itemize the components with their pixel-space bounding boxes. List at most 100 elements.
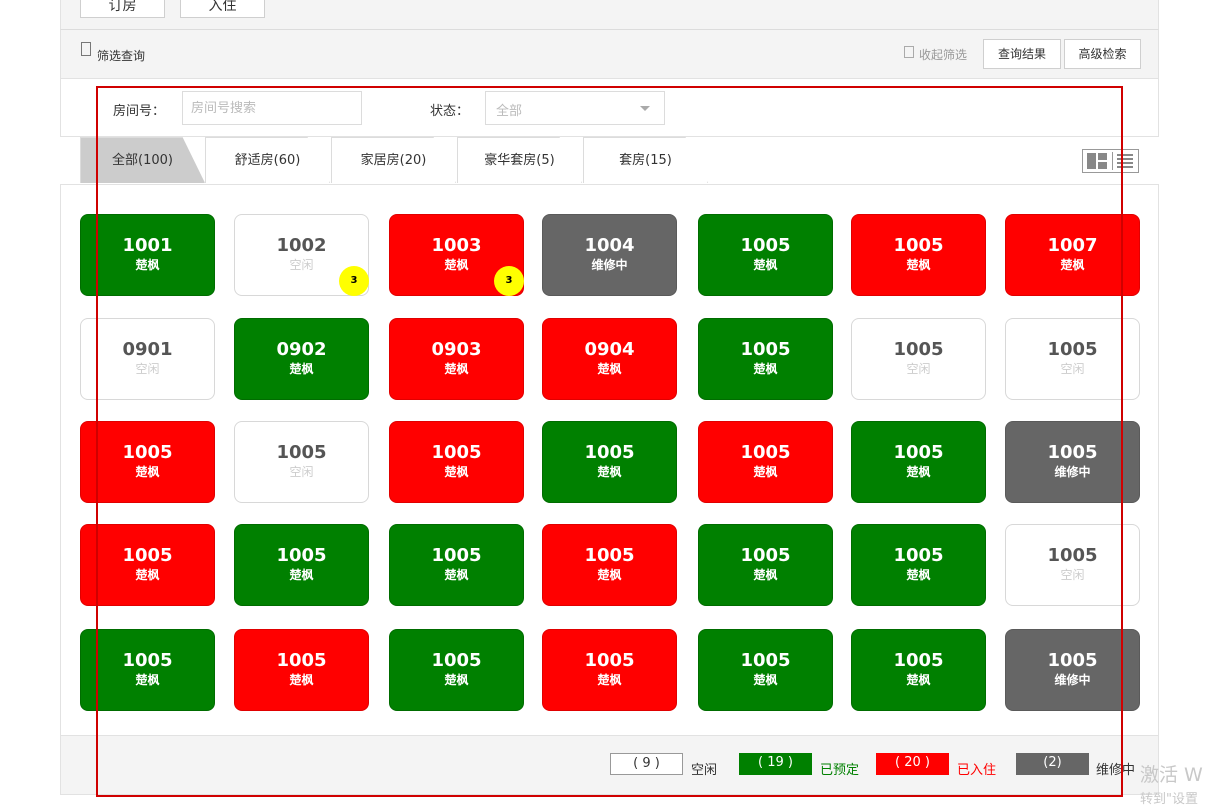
room-card[interactable]: 1003 楚枫 3 — [389, 214, 524, 296]
room-number: 1005 — [584, 545, 635, 566]
grid-view-icon[interactable] — [1085, 152, 1109, 170]
checkin-button[interactable]: 入住 — [180, 0, 265, 18]
room-guest: 维修中 — [591, 258, 628, 272]
room-card[interactable]: 1005 楚枫 — [698, 629, 833, 711]
room-card[interactable]: 1005 楚枫 — [80, 421, 215, 503]
book-room-button[interactable]: 订房 — [80, 0, 165, 18]
room-guest: 空闲 — [906, 362, 931, 376]
query-results-button[interactable]: 查询结果 — [983, 39, 1061, 69]
room-guest: 楚枫 — [289, 673, 314, 687]
room-notification-badge[interactable]: 3 — [339, 266, 369, 296]
filter-header: 筛选查询 收起筛选 查询结果 高级检索 — [60, 30, 1159, 79]
room-guest: 空闲 — [1060, 362, 1085, 376]
tab-comfort[interactable]: 舒适房(60) — [205, 137, 330, 183]
room-card[interactable]: 1005 楚枫 — [80, 629, 215, 711]
room-card[interactable]: 1005 楚枫 — [698, 318, 833, 400]
collapse-icon[interactable] — [904, 46, 914, 58]
room-grid: 1001 楚枫 1002 空闲 3 1003 楚枫 3 1004 维修中 1005 楚枫 1005 楚枫 1… — [60, 185, 1159, 735]
room-number: 1005 — [276, 650, 327, 671]
room-guest: 楚枫 — [135, 673, 160, 687]
room-card[interactable]: 1002 空闲 3 — [234, 214, 369, 296]
room-number: 1005 — [1047, 545, 1098, 566]
room-guest: 楚枫 — [753, 362, 778, 376]
status-select-value: 全部 — [496, 104, 523, 119]
room-card[interactable]: 1005 楚枫 — [234, 524, 369, 606]
room-number: 0902 — [276, 339, 327, 360]
list-view-icon[interactable] — [1112, 152, 1136, 170]
room-guest: 楚枫 — [597, 465, 622, 479]
room-number: 1005 — [276, 545, 327, 566]
room-card[interactable]: 1005 维修中 — [1005, 629, 1140, 711]
room-card[interactable]: 1005 楚枫 — [80, 524, 215, 606]
room-number: 1005 — [740, 235, 791, 256]
chevron-down-icon — [640, 106, 650, 111]
room-number: 1005 — [1047, 442, 1098, 463]
room-card[interactable]: 1005 楚枫 — [851, 629, 986, 711]
room-card[interactable]: 1005 楚枫 — [698, 524, 833, 606]
room-card[interactable]: 1005 楚枫 — [851, 214, 986, 296]
room-card[interactable]: 0904 楚枫 — [542, 318, 677, 400]
legend-reserved-count: ( 19 ) — [739, 753, 812, 775]
room-number: 1005 — [431, 650, 482, 671]
room-card[interactable]: 1005 维修中 — [1005, 421, 1140, 503]
room-card[interactable]: 1005 空闲 — [851, 318, 986, 400]
room-number: 1005 — [893, 235, 944, 256]
room-card[interactable]: 1001 楚枫 — [80, 214, 215, 296]
room-guest: 楚枫 — [444, 568, 469, 582]
room-number: 1005 — [122, 545, 173, 566]
room-number: 1005 — [584, 650, 635, 671]
room-card[interactable]: 1005 楚枫 — [542, 629, 677, 711]
tab-family[interactable]: 家居房(20) — [331, 137, 456, 183]
room-notification-badge[interactable]: 3 — [494, 266, 524, 296]
room-number: 1005 — [431, 442, 482, 463]
room-card[interactable]: 1005 楚枫 — [389, 524, 524, 606]
room-number: 1005 — [122, 442, 173, 463]
status-select[interactable]: 全部 — [485, 91, 665, 125]
room-number: 0903 — [431, 339, 482, 360]
room-card[interactable]: 1005 空闲 — [1005, 318, 1140, 400]
action-bar: 订房 入住 — [60, 0, 1159, 30]
room-guest: 楚枫 — [135, 465, 160, 479]
advanced-search-button[interactable]: 高级检索 — [1064, 39, 1141, 69]
room-card[interactable]: 1005 楚枫 — [234, 629, 369, 711]
room-card[interactable]: 1005 空闲 — [1005, 524, 1140, 606]
legend-occupied-count: ( 20 ) — [876, 753, 949, 775]
room-guest: 楚枫 — [289, 568, 314, 582]
room-card[interactable]: 1005 楚枫 — [851, 421, 986, 503]
room-card[interactable]: 1005 空闲 — [234, 421, 369, 503]
room-card[interactable]: 1005 楚枫 — [542, 421, 677, 503]
activation-watermark-hint: 转到"设置 — [1140, 792, 1198, 807]
tab-luxury-suite[interactable]: 豪华套房(5) — [457, 137, 582, 183]
room-guest: 楚枫 — [906, 465, 931, 479]
room-card[interactable]: 0903 楚枫 — [389, 318, 524, 400]
room-number: 1005 — [893, 650, 944, 671]
room-number: 1004 — [584, 235, 635, 256]
legend-occupied-label: 已入住 — [957, 763, 997, 778]
room-number: 0904 — [584, 339, 635, 360]
room-card[interactable]: 0902 楚枫 — [234, 318, 369, 400]
room-card[interactable]: 1005 楚枫 — [851, 524, 986, 606]
room-number: 1005 — [276, 442, 327, 463]
room-guest: 楚枫 — [444, 673, 469, 687]
collapse-filter-link[interactable]: 收起筛选 — [919, 46, 967, 63]
room-number: 1005 — [1047, 650, 1098, 671]
search-row: 房间号： 状态： 全部 — [60, 79, 1159, 137]
room-number-search-input[interactable] — [182, 91, 362, 125]
room-guest: 楚枫 — [1060, 258, 1085, 272]
room-number: 1007 — [1047, 235, 1098, 256]
room-card[interactable]: 1005 楚枫 — [542, 524, 677, 606]
room-card[interactable]: 1004 维修中 — [542, 214, 677, 296]
room-card[interactable]: 1005 楚枫 — [389, 421, 524, 503]
room-card[interactable]: 1007 楚枫 — [1005, 214, 1140, 296]
tab-all[interactable]: 全部(100) — [80, 137, 205, 183]
room-number: 1005 — [584, 442, 635, 463]
room-card[interactable]: 0901 空闲 — [80, 318, 215, 400]
room-number-label: 房间号： — [113, 104, 166, 119]
room-card[interactable]: 1005 楚枫 — [698, 421, 833, 503]
tab-suite[interactable]: 套房(15) — [583, 137, 708, 183]
room-number: 1003 — [431, 235, 482, 256]
legend-maintenance-label: 维修中 — [1096, 763, 1136, 778]
room-card[interactable]: 1005 楚枫 — [698, 214, 833, 296]
status-label: 状态： — [430, 104, 470, 119]
room-card[interactable]: 1005 楚枫 — [389, 629, 524, 711]
